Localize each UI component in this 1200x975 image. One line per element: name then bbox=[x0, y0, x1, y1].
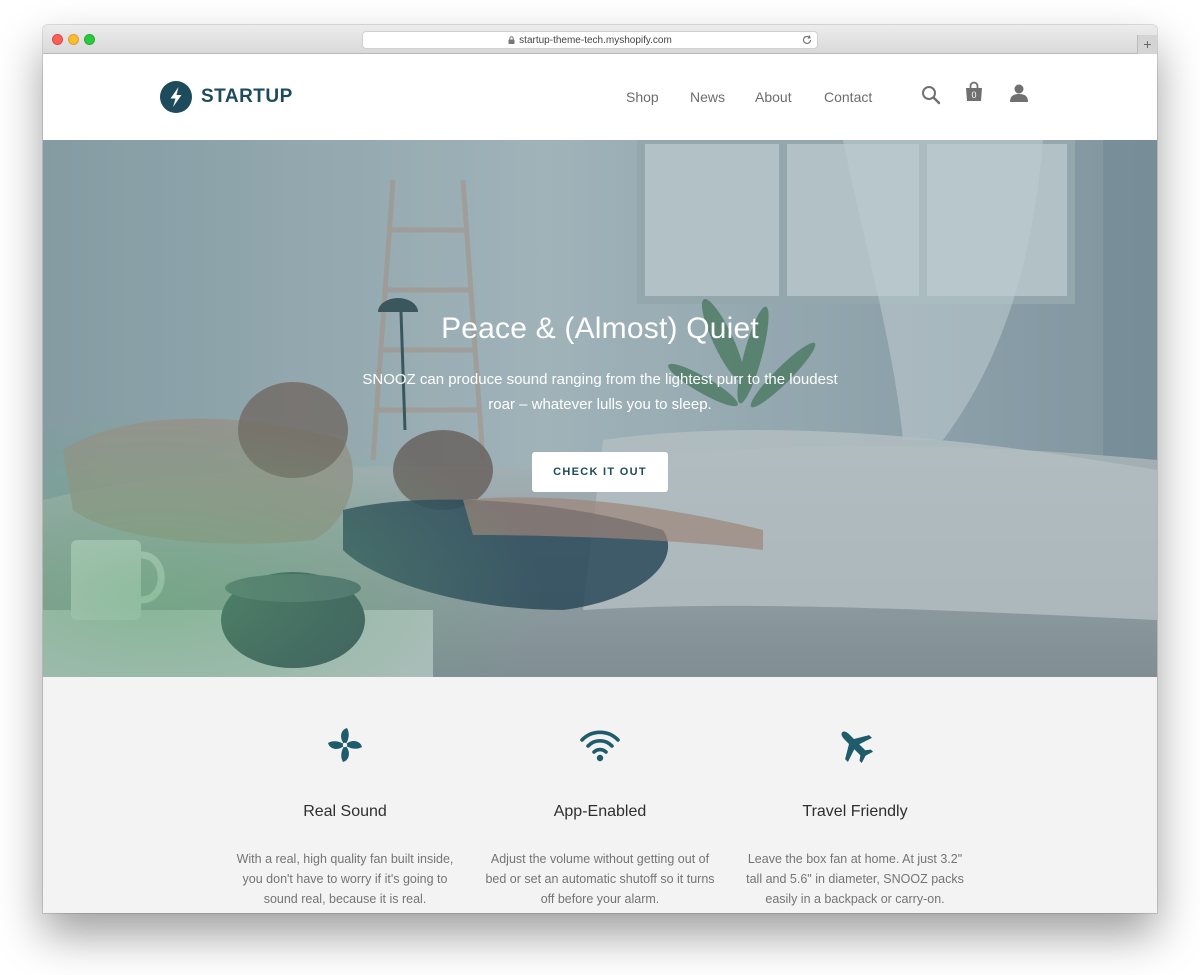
url-text: startup-theme-tech.myshopify.com bbox=[519, 35, 672, 46]
logo-text: STARTUP bbox=[201, 86, 293, 107]
account-icon[interactable] bbox=[1009, 83, 1029, 103]
feature-text: Adjust the volume without getting out of… bbox=[485, 852, 715, 906]
feature-title: Travel Friendly bbox=[802, 803, 908, 820]
lock-icon bbox=[508, 36, 515, 44]
wifi-icon bbox=[580, 730, 620, 762]
feature-title: Real Sound bbox=[303, 803, 387, 820]
browser-window: startup-theme-tech.myshopify.com + START… bbox=[43, 25, 1157, 913]
close-window-button[interactable] bbox=[52, 34, 63, 45]
hero-banner: Peace & (Almost) Quiet SNOOZ can produce… bbox=[43, 140, 1157, 677]
address-bar[interactable]: startup-theme-tech.myshopify.com bbox=[362, 31, 818, 49]
site-logo[interactable]: STARTUP bbox=[160, 81, 293, 113]
nav-shop[interactable]: Shop bbox=[626, 89, 659, 105]
nav-news[interactable]: News bbox=[690, 89, 725, 105]
feature-text: Leave the box fan at home. At just 3.2" … bbox=[746, 852, 964, 906]
screenshot-stage: startup-theme-tech.myshopify.com + START… bbox=[0, 0, 1200, 975]
zoom-window-button[interactable] bbox=[84, 34, 95, 45]
search-icon[interactable] bbox=[921, 85, 941, 105]
airplane-icon bbox=[841, 731, 874, 764]
nav-about[interactable]: About bbox=[755, 89, 792, 105]
nav-contact[interactable]: Contact bbox=[824, 89, 872, 105]
feature-text: With a real, high quality fan built insi… bbox=[236, 852, 454, 906]
reload-icon[interactable] bbox=[801, 34, 813, 46]
minimize-window-button[interactable] bbox=[68, 34, 79, 45]
check-it-out-button[interactable]: CHECK IT OUT bbox=[532, 452, 668, 492]
hero-subtitle: SNOOZ can produce sound ranging from the… bbox=[362, 371, 838, 413]
site-header: STARTUP Shop News About Contact 0 bbox=[43, 54, 1157, 140]
new-tab-button[interactable]: + bbox=[1137, 35, 1157, 54]
logo-bolt-icon bbox=[160, 81, 192, 113]
hero-title: Peace & (Almost) Quiet bbox=[441, 312, 759, 345]
browser-toolbar: startup-theme-tech.myshopify.com + bbox=[43, 25, 1157, 54]
cart-count: 0 bbox=[971, 90, 977, 100]
cart-button[interactable]: 0 bbox=[964, 81, 984, 103]
address-bar-text: startup-theme-tech.myshopify.com bbox=[363, 35, 817, 46]
fan-icon bbox=[328, 728, 362, 762]
features-section: Real Sound With a real, high quality fan… bbox=[43, 677, 1157, 913]
feature-title: App-Enabled bbox=[553, 803, 647, 820]
